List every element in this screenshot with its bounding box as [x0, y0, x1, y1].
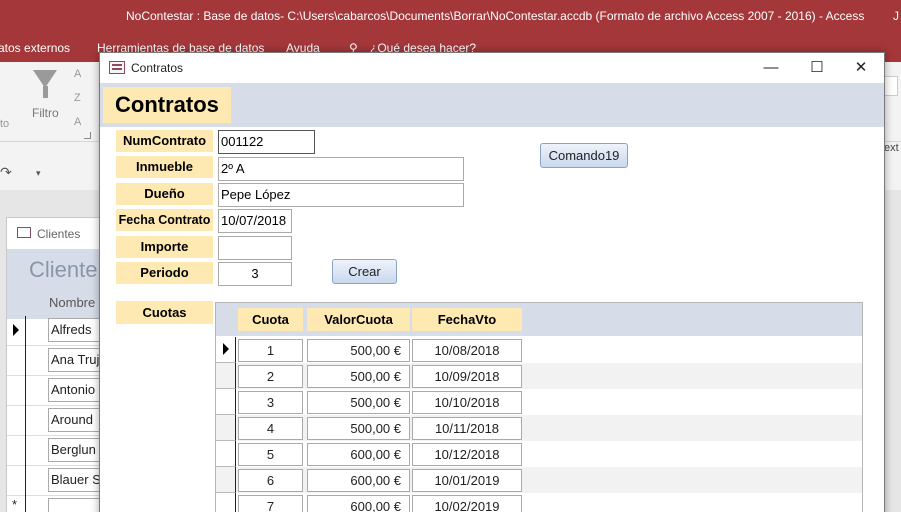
tab-datos-externos[interactable]: atos externos — [0, 41, 70, 55]
importe-field[interactable] — [218, 236, 292, 260]
record-selector[interactable] — [7, 406, 26, 436]
cuota-cell[interactable]: 2 — [238, 365, 303, 388]
undo-icon[interactable]: ↷ — [0, 164, 12, 181]
record-selector[interactable] — [216, 441, 236, 467]
valorcuota-column-header: ValorCuota — [307, 308, 410, 331]
ribbon-group-fragment: to — [0, 118, 10, 130]
fechavto-cell[interactable]: 10/12/2018 — [412, 443, 522, 466]
form-title: Contratos — [103, 87, 231, 123]
form-header: Contratos — [100, 83, 884, 127]
group-launcher-icon[interactable] — [84, 132, 91, 139]
record-selector[interactable] — [7, 436, 26, 466]
qat-dropdown-icon[interactable]: ▾ — [36, 168, 41, 179]
valorcuota-cell[interactable]: 500,00 € — [307, 417, 410, 440]
minimize-button[interactable]: — — [748, 53, 794, 83]
cuota-row[interactable]: 7 600,00 € 10/02/2019 — [216, 493, 862, 512]
ribbon-right-fragment: ext — [884, 142, 899, 154]
record-selector[interactable] — [216, 493, 236, 512]
close-button[interactable]: ✕ — [838, 53, 884, 83]
contratos-title-bar: Contratos — ☐ ✕ — [100, 53, 884, 83]
periodo-label: Periodo — [116, 262, 213, 284]
cuota-cell[interactable]: 4 — [238, 417, 303, 440]
fechavto-cell[interactable]: 10/09/2018 — [412, 365, 522, 388]
valorcuota-cell[interactable]: 600,00 € — [307, 469, 410, 492]
filter-button-label[interactable]: Filtro — [32, 106, 59, 120]
fechavto-cell[interactable]: 10/02/2019 — [412, 495, 522, 512]
record-selector[interactable] — [7, 376, 26, 406]
remove-sort-icon[interactable]: A — [74, 116, 81, 128]
cuota-row[interactable]: 2 500,00 € 10/09/2018 — [216, 363, 862, 389]
new-record-icon: * — [12, 497, 18, 512]
current-record-icon — [13, 324, 19, 336]
filter-stem-icon — [43, 86, 48, 98]
user-initial[interactable]: J — [893, 9, 899, 23]
record-selector[interactable] — [216, 337, 236, 363]
sort-descending-icon[interactable]: Z — [74, 92, 81, 104]
cuota-column-header: Cuota — [238, 308, 303, 331]
fechavto-cell[interactable]: 10/10/2018 — [412, 391, 522, 414]
record-selector[interactable] — [7, 316, 26, 346]
fechavto-column-header: FechaVto — [412, 308, 522, 331]
clientes-header-title: Cliente — [29, 257, 98, 282]
record-selector[interactable] — [216, 415, 236, 441]
record-selector[interactable] — [216, 389, 236, 415]
cuota-row[interactable]: 3 500,00 € 10/10/2018 — [216, 389, 862, 415]
cuota-row[interactable]: 1 500,00 € 10/08/2018 — [216, 337, 862, 363]
ribbon-dropdown[interactable] — [884, 76, 898, 96]
inmueble-field[interactable]: 2º A — [218, 157, 464, 181]
record-selector[interactable] — [7, 466, 26, 496]
valorcuota-cell[interactable]: 500,00 € — [307, 339, 410, 362]
valorcuota-cell[interactable]: 500,00 € — [307, 391, 410, 414]
fechavto-cell[interactable]: 10/11/2018 — [412, 417, 522, 440]
clientes-column-label: Nombre — [49, 295, 96, 310]
cuota-cell[interactable]: 6 — [238, 469, 303, 492]
dueno-label: Dueño — [116, 183, 213, 205]
cuota-cell[interactable]: 7 — [238, 495, 303, 512]
inmueble-label: Inmueble — [116, 156, 213, 178]
valorcuota-cell[interactable]: 500,00 € — [307, 365, 410, 388]
cuota-cell[interactable]: 5 — [238, 443, 303, 466]
numcontrato-label: NumContrato — [116, 130, 213, 152]
cuota-cell[interactable]: 3 — [238, 391, 303, 414]
form-icon — [17, 227, 31, 238]
clientes-tab-label: Clientes — [37, 227, 81, 241]
comando19-button[interactable]: Comando19 — [540, 143, 628, 168]
importe-label: Importe — [116, 236, 213, 258]
cuota-row[interactable]: 4 500,00 € 10/11/2018 — [216, 415, 862, 441]
maximize-button[interactable]: ☐ — [794, 53, 840, 83]
new-record-selector[interactable]: * — [7, 496, 26, 512]
fecha-contrato-label: Fecha Contrato — [116, 209, 213, 231]
fechavto-cell[interactable]: 10/01/2019 — [412, 469, 522, 492]
contratos-window-title: Contratos — [131, 61, 184, 75]
periodo-field[interactable]: 3 — [218, 262, 292, 286]
record-selector[interactable] — [216, 363, 236, 389]
record-selector[interactable] — [216, 467, 236, 493]
cuotas-label: Cuotas — [116, 301, 213, 324]
valorcuota-cell[interactable]: 600,00 € — [307, 443, 410, 466]
cuota-row[interactable]: 6 600,00 € 10/01/2019 — [216, 467, 862, 493]
form-icon — [109, 61, 125, 74]
access-window-title: NoContestar : Base de datos- C:\Users\ca… — [126, 9, 865, 23]
cuota-row[interactable]: 5 600,00 € 10/12/2018 — [216, 441, 862, 467]
record-selector[interactable] — [7, 346, 26, 376]
cuota-cell[interactable]: 1 — [238, 339, 303, 362]
fechavto-cell[interactable]: 10/08/2018 — [412, 339, 522, 362]
sort-ascending-icon[interactable]: A — [74, 68, 81, 80]
cuotas-subform: Cuota ValorCuota FechaVto 1 500,00 € 10/… — [215, 302, 863, 512]
fecha-contrato-field[interactable]: 10/07/2018 — [218, 209, 292, 233]
access-title-bar: NoContestar : Base de datos- C:\Users\ca… — [0, 0, 901, 32]
valorcuota-cell[interactable]: 600,00 € — [307, 495, 410, 512]
crear-button[interactable]: Crear — [332, 259, 397, 284]
numcontrato-field[interactable]: 001122 — [218, 130, 315, 154]
cuotas-header: Cuota ValorCuota FechaVto — [216, 303, 862, 336]
dueno-field[interactable]: Pepe López — [218, 183, 464, 207]
